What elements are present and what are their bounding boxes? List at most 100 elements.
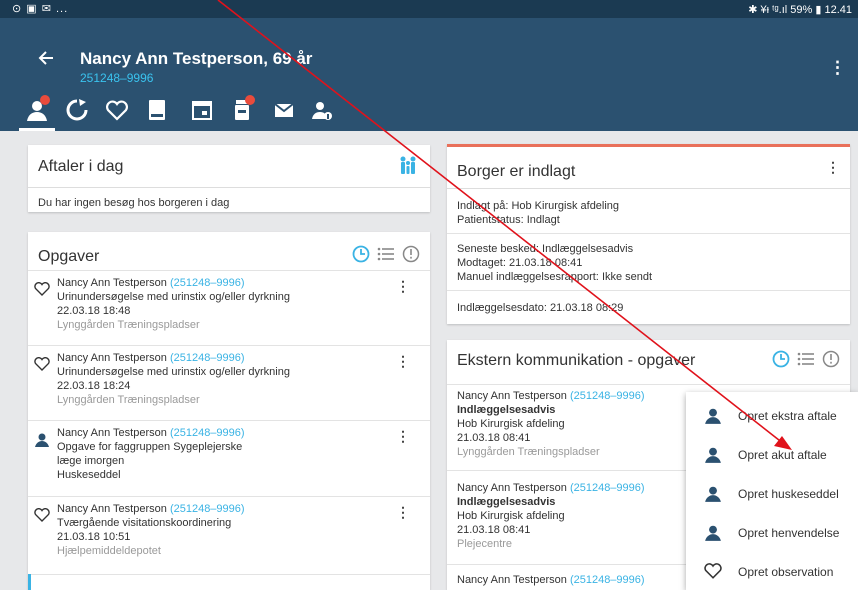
msg-name: Nancy Ann Testperson bbox=[457, 390, 567, 402]
msg-dept: Hob Kirurgisk afdeling bbox=[457, 510, 565, 522]
msg-place: Lynggården Træningspladser bbox=[457, 446, 600, 458]
heart-outline-icon bbox=[34, 282, 50, 296]
tab-person-info[interactable] bbox=[307, 95, 337, 125]
more-vert-icon[interactable]: ⋮ bbox=[829, 58, 846, 78]
task-cpr: (251248–9996) bbox=[169, 427, 245, 439]
msg-type: Indlæggelsesadvis bbox=[457, 404, 556, 416]
menu-item-inquiry[interactable]: Opret henvendelse bbox=[686, 515, 858, 551]
menu-item-extra-appointment[interactable]: Opret ekstra aftale bbox=[686, 398, 858, 434]
tab-mail[interactable] bbox=[269, 95, 299, 125]
more-vert-icon[interactable]: ⋮ bbox=[396, 429, 410, 443]
cycle-icon bbox=[65, 99, 89, 127]
app-header: Nancy Ann Testperson, 69 år 251248–9996 … bbox=[0, 18, 858, 89]
task-cpr: (251248–9996) bbox=[169, 503, 245, 515]
menu-label: Opret akut aftale bbox=[738, 448, 827, 462]
card-title: Aftaler i dag bbox=[38, 158, 124, 175]
task-date: 22.03.18 18:24 bbox=[57, 380, 131, 392]
report-label: Manuel indlæggelsesrapport: bbox=[457, 271, 599, 283]
selection-accent bbox=[28, 574, 31, 590]
admitted-value: Hob Kirurgisk afdeling bbox=[511, 200, 620, 212]
message-value: Indlæggelsesadvis bbox=[542, 243, 634, 255]
manual-report-row: Manuel indlæggelsesrapport: Ikke sendt bbox=[457, 271, 652, 284]
tab-calendar[interactable] bbox=[187, 95, 217, 125]
task-row[interactable]: Nancy Ann Testperson (251248–9996) Urinu… bbox=[28, 270, 430, 345]
task-row[interactable]: Nancy Ann Testperson (251248–9996) Opgav… bbox=[28, 420, 430, 496]
msg-place: Plejecentre bbox=[457, 538, 513, 550]
card-header: Aftaler i dag bbox=[28, 145, 430, 188]
task-title: Urinundersøgelse med urinstix og/eller d… bbox=[57, 366, 290, 378]
mail-icon bbox=[272, 103, 296, 127]
more-vert-icon[interactable]: ⋮ bbox=[396, 354, 410, 368]
admitted-label: Indlagt på: bbox=[457, 200, 509, 212]
card-header: Ekstern kommunikation - opgaver bbox=[447, 340, 850, 380]
person-icon bbox=[704, 485, 722, 503]
book-icon bbox=[145, 100, 169, 127]
task-row[interactable] bbox=[28, 574, 430, 590]
tab-heart[interactable] bbox=[102, 95, 132, 125]
status-left: ⊙ ▣ ✉ ... bbox=[12, 3, 69, 15]
card-title: Ekstern kommunikation - opgaver bbox=[457, 352, 696, 369]
more-vert-icon[interactable]: ⋮ bbox=[396, 279, 410, 293]
received-label: Modtaget: bbox=[457, 257, 506, 269]
back-arrow-icon[interactable] bbox=[38, 50, 54, 70]
date-value: 21.03.18 08:29 bbox=[549, 302, 624, 314]
task-row[interactable]: Nancy Ann Testperson (251248–9996) Tværg… bbox=[28, 496, 430, 574]
task-name: Nancy Ann Testperson bbox=[57, 503, 167, 515]
task-row[interactable]: Nancy Ann Testperson (251248–9996) Urinu… bbox=[28, 345, 430, 420]
list-icon[interactable] bbox=[797, 350, 815, 368]
menu-label: Opret ekstra aftale bbox=[738, 409, 837, 423]
admission-card: Borger er indlagt ⋮ Indlagt på: Hob Kiru… bbox=[447, 144, 850, 324]
tab-medicine[interactable] bbox=[227, 95, 257, 125]
patient-cpr: 251248–9996 bbox=[80, 71, 154, 85]
tab-person[interactable] bbox=[19, 95, 55, 131]
clock-icon[interactable] bbox=[772, 350, 790, 368]
menu-label: Opret henvendelse bbox=[738, 526, 840, 540]
menu-item-urgent-appointment[interactable]: Opret akut aftale bbox=[686, 437, 858, 473]
more-vert-icon[interactable]: ⋮ bbox=[396, 505, 410, 519]
task-location: Lynggården Træningspladser bbox=[57, 319, 200, 331]
task-name: Nancy Ann Testperson bbox=[57, 352, 167, 364]
admitted-row: Indlagt på: Hob Kirurgisk afdeling bbox=[457, 200, 619, 213]
task-date: læge imorgen bbox=[57, 455, 125, 467]
divider bbox=[447, 233, 850, 234]
more-vert-icon[interactable]: ⋮ bbox=[826, 159, 840, 176]
msg-type: Indlæggelsesadvis bbox=[457, 496, 556, 508]
tab-cycle[interactable] bbox=[62, 95, 92, 125]
message-label: Seneste besked: bbox=[457, 243, 539, 255]
status-right: ✱ ¥ᵻ ᵗᵍ.ıl 59% ▮ 12.41 bbox=[748, 4, 852, 16]
heart-outline-icon bbox=[704, 563, 722, 581]
person-info-icon bbox=[310, 102, 334, 127]
menu-item-observation[interactable]: Opret observation bbox=[686, 554, 858, 590]
people-icon[interactable] bbox=[398, 155, 418, 175]
card-title: Borger er indlagt bbox=[457, 163, 576, 180]
heart-outline-icon bbox=[34, 508, 50, 522]
person-icon bbox=[34, 432, 50, 447]
divider bbox=[447, 290, 850, 291]
list-icon[interactable] bbox=[377, 245, 395, 263]
report-value: Ikke sendt bbox=[601, 271, 653, 283]
task-name: Nancy Ann Testperson bbox=[57, 277, 167, 289]
task-date: 22.03.18 18:48 bbox=[57, 305, 131, 317]
task-title: Tværgående visitationskoordinering bbox=[57, 517, 232, 529]
task-name: Nancy Ann Testperson bbox=[57, 427, 167, 439]
msg-cpr: (251248–9996) bbox=[569, 482, 645, 494]
tab-book[interactable] bbox=[142, 95, 172, 125]
latest-message-row: Seneste besked: Indlæggelsesadvis bbox=[457, 243, 633, 256]
person-icon bbox=[704, 446, 722, 464]
alert-icon[interactable] bbox=[822, 350, 840, 368]
card-header: Opgaver bbox=[28, 232, 430, 270]
task-location: Hjælpemiddeldepotet bbox=[57, 545, 161, 557]
menu-item-reminder[interactable]: Opret huskeseddel bbox=[686, 476, 858, 512]
task-title: Urinundersøgelse med urinstix og/eller d… bbox=[57, 291, 290, 303]
notification-badge bbox=[245, 95, 255, 105]
task-cpr: (251248–9996) bbox=[169, 277, 245, 289]
system-status-bar: ⊙ ▣ ✉ ... ✱ ¥ᵻ ᵗᵍ.ıl 59% ▮ 12.41 bbox=[0, 0, 858, 18]
clock-icon[interactable] bbox=[352, 245, 370, 263]
msg-dept: Hob Kirurgisk afdeling bbox=[457, 418, 565, 430]
person-icon bbox=[704, 407, 722, 425]
alert-icon[interactable] bbox=[402, 245, 420, 263]
tab-bar bbox=[0, 89, 858, 131]
msg-cpr: (251248–9996) bbox=[569, 574, 645, 586]
msg-date: 21.03.18 08:41 bbox=[457, 524, 531, 536]
medicine-icon bbox=[230, 100, 254, 127]
